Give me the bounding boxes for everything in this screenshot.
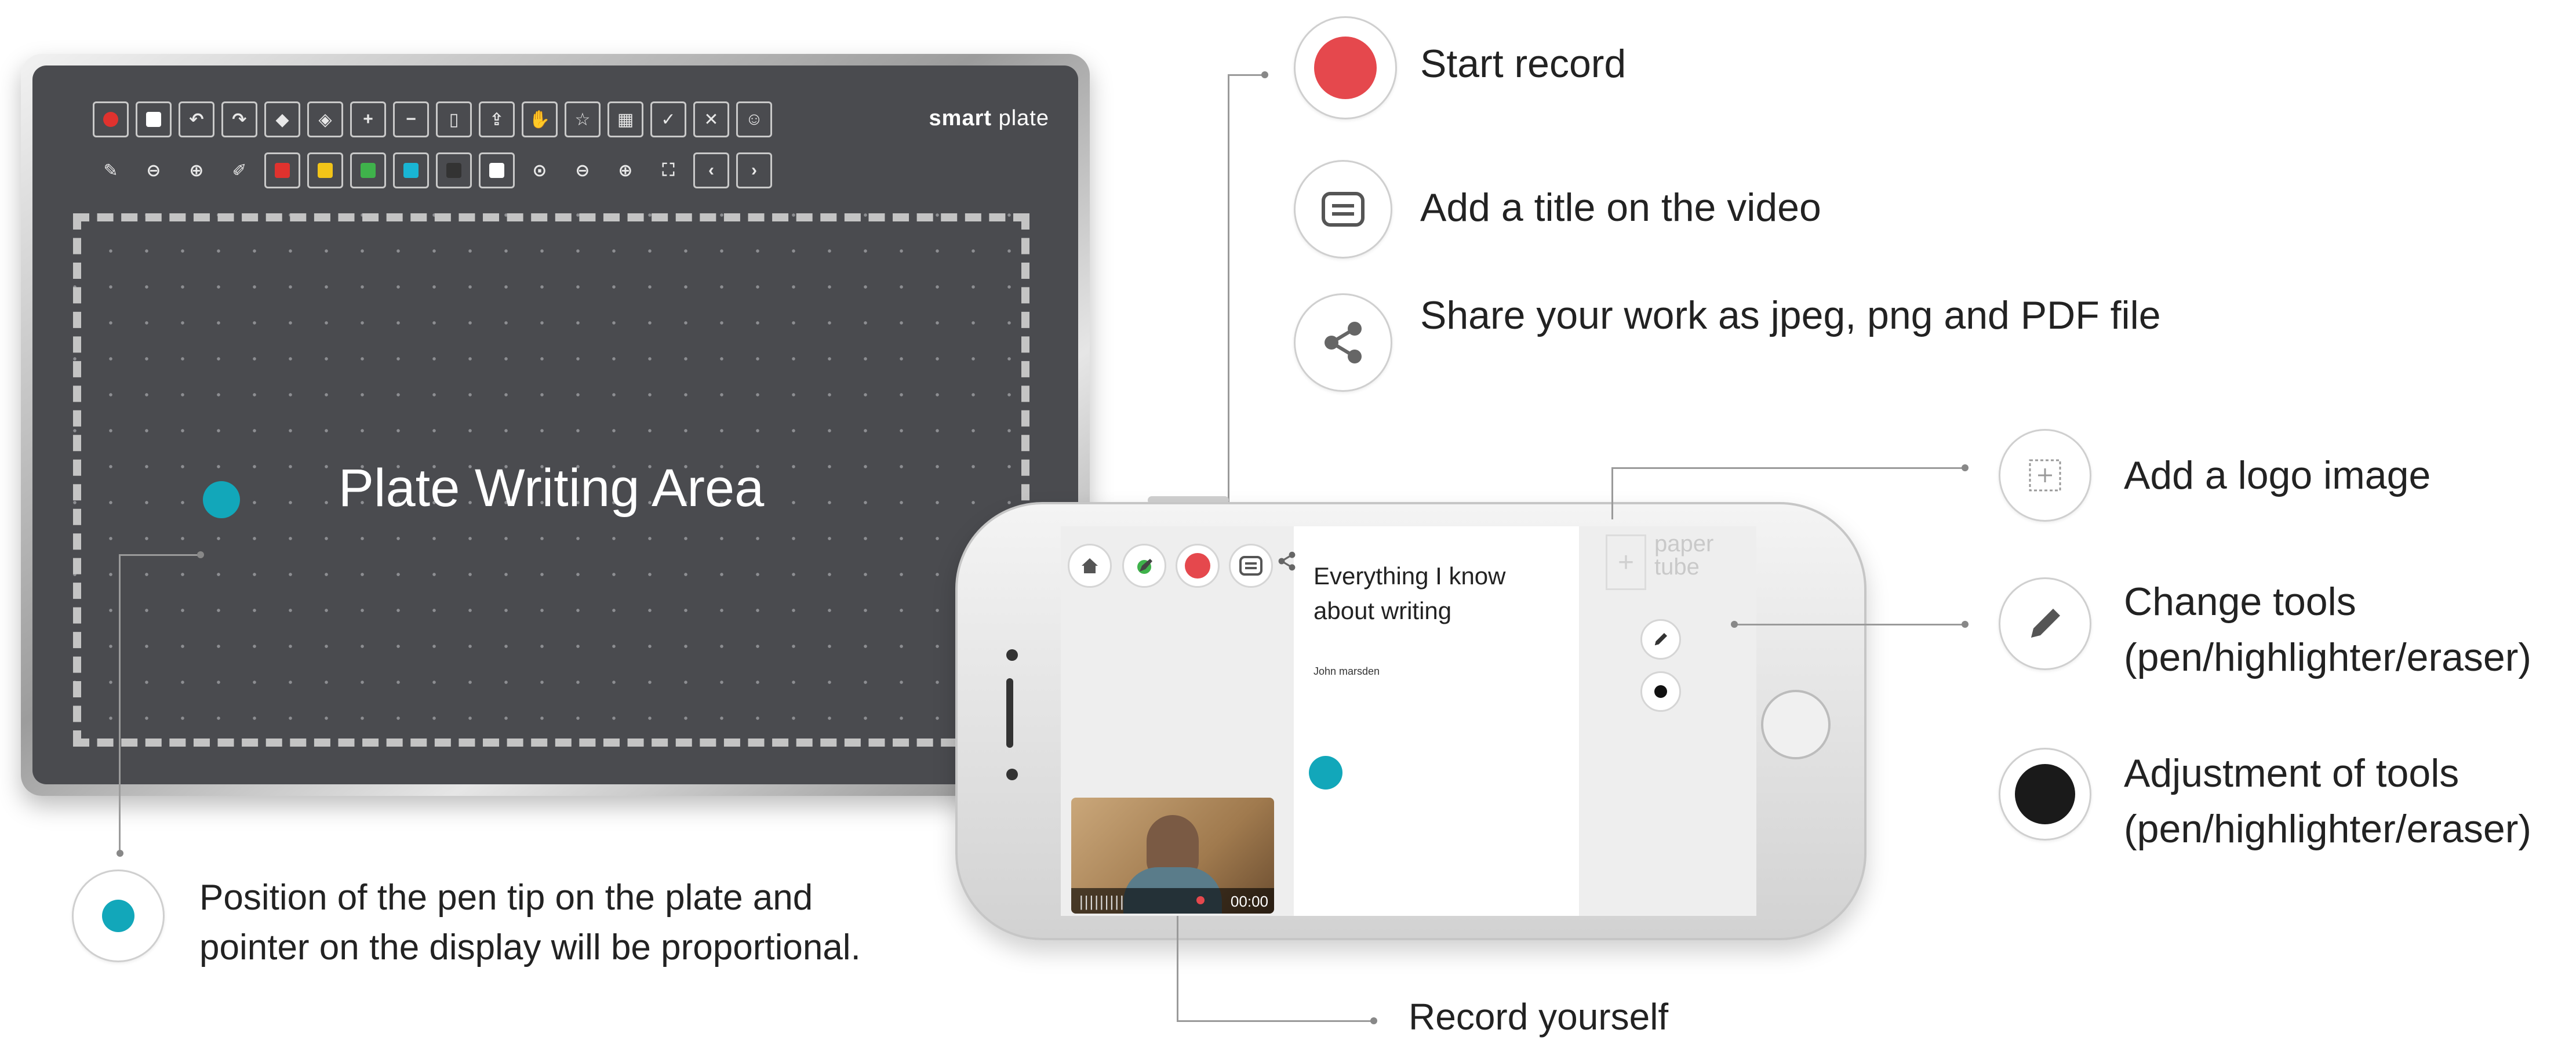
video-control-bar: ||||||||| 00:00 — [1071, 888, 1274, 914]
hand-icon[interactable]: ✋ — [522, 101, 558, 137]
highlighter-icon[interactable]: ✐ — [221, 152, 257, 188]
export-icon[interactable]: ⇪ — [479, 101, 515, 137]
stop-icon[interactable] — [136, 101, 172, 137]
add-page-icon[interactable]: + — [350, 101, 386, 137]
tool-select-icon[interactable] — [1122, 544, 1166, 588]
plate-brand: smart plate — [929, 106, 1049, 130]
callout-line — [119, 554, 203, 556]
callout-line — [119, 554, 121, 853]
plus-circle-icon[interactable]: ⊕ — [179, 152, 214, 188]
zoom-in-icon[interactable]: ⊕ — [607, 152, 643, 188]
phone-camera — [1006, 649, 1018, 661]
color-yellow-swatch[interactable] — [307, 152, 343, 188]
document-title: Everything I know about writing — [1314, 562, 1506, 624]
plate-writing-area[interactable]: Plate Writing Area — [73, 213, 1029, 747]
pen-tip-marker-plate — [203, 481, 240, 518]
pen-icon[interactable]: ✎ — [93, 152, 129, 188]
start-record-icon — [1294, 16, 1397, 119]
star-icon[interactable]: ☆ — [565, 101, 601, 137]
minus-circle-icon[interactable]: ⊖ — [136, 152, 172, 188]
callout-endpoint — [1731, 621, 1738, 628]
pen-tip-legend-icon — [72, 870, 165, 962]
check-icon[interactable]: ✓ — [650, 101, 686, 137]
document-author: John marsden — [1314, 665, 1380, 677]
plate-toolbar-row-2: ✎ ⊖ ⊕ ✐ ⊙ ⊖ ⊕ ⛶ ‹ › — [93, 152, 772, 188]
change-tools-icon — [1999, 577, 2091, 670]
self-video-preview[interactable]: ||||||||| 00:00 — [1071, 798, 1274, 914]
callout-endpoint — [117, 850, 123, 857]
eraser-icon[interactable]: ◆ — [264, 101, 300, 137]
adjust-tools-label: Adjustment of tools (pen/highlighter/era… — [2124, 751, 2532, 851]
pen-tip-marker-screen — [1309, 756, 1342, 790]
add-logo-button[interactable]: + — [1606, 534, 1646, 590]
callout-endpoint — [197, 551, 204, 558]
title-icon — [1294, 160, 1392, 259]
tool-size-button[interactable] — [1640, 671, 1681, 712]
callout-endpoint — [1962, 464, 1969, 471]
color-red-swatch[interactable] — [264, 152, 300, 188]
next-page-icon[interactable]: › — [736, 152, 772, 188]
video-timer: 00:00 — [1230, 893, 1268, 910]
callout-line — [1733, 624, 1965, 625]
undo-icon[interactable]: ↶ — [179, 101, 214, 137]
color-cyan-swatch[interactable] — [393, 152, 429, 188]
title-button[interactable] — [1229, 544, 1273, 588]
pen-tip-description: Position of the pen tip on the plate and… — [199, 878, 861, 967]
start-record-label: Start record — [1420, 42, 1627, 86]
phone-screen: Everything I know about writing John mar… — [1061, 526, 1756, 916]
pen-tool-button[interactable] — [1640, 619, 1681, 660]
plate-face: smart plate ↶ ↷ ◆ ◈ + − ▯ ⇪ ✋ ☆ ▦ ✓ ✕ ☺ … — [32, 66, 1078, 784]
close-icon[interactable]: ✕ — [693, 101, 729, 137]
callout-line — [1228, 74, 1265, 76]
smart-plate-device: smart plate ↶ ↷ ◆ ◈ + − ▯ ⇪ ✋ ☆ ▦ ✓ ✕ ☺ … — [21, 54, 1090, 796]
share-label: Share your work as jpeg, png and PDF fil… — [1420, 293, 2161, 337]
add-title-label: Add a title on the video — [1420, 185, 1821, 230]
color-green-swatch[interactable] — [350, 152, 386, 188]
rec-dot-icon — [1196, 896, 1205, 904]
callout-line — [1177, 1020, 1374, 1022]
phone-speaker — [1006, 678, 1013, 748]
callout-line — [1611, 467, 1965, 469]
document-page[interactable]: Everything I know about writing John mar… — [1294, 526, 1579, 916]
add-logo-icon — [1999, 429, 2091, 522]
phone-device: Everything I know about writing John mar… — [955, 502, 1866, 940]
prev-page-icon[interactable]: ‹ — [693, 152, 729, 188]
phone-sensor — [1006, 769, 1018, 780]
fullscreen-icon[interactable]: ⛶ — [650, 152, 686, 188]
plate-toolbar-row-1: ↶ ↷ ◆ ◈ + − ▯ ⇪ ✋ ☆ ▦ ✓ ✕ ☺ — [93, 101, 772, 137]
clear-icon[interactable]: ◈ — [307, 101, 343, 137]
callout-endpoint — [1962, 621, 1969, 628]
callout-line — [1228, 74, 1229, 560]
audio-level-icon: ||||||||| — [1079, 893, 1125, 910]
share-button[interactable] — [1269, 544, 1304, 579]
callout-line — [1177, 916, 1178, 1020]
smiley-icon[interactable]: ☺ — [736, 101, 772, 137]
remove-page-icon[interactable]: − — [393, 101, 429, 137]
home-icon[interactable] — [1068, 544, 1112, 588]
change-tools-label: Change tools (pen/highlighter/eraser) — [2124, 580, 2532, 679]
page-icon[interactable]: ▯ — [436, 101, 472, 137]
color-white-swatch[interactable] — [479, 152, 515, 188]
zoom-out-icon[interactable]: ⊖ — [565, 152, 601, 188]
add-logo-label: Add a logo image — [2124, 453, 2431, 497]
record-icon[interactable] — [93, 101, 129, 137]
adjust-tools-icon — [1999, 748, 2091, 841]
share-icon — [1294, 293, 1392, 392]
record-button[interactable] — [1176, 544, 1220, 588]
record-yourself-label: Record yourself — [1409, 996, 1669, 1038]
callout-line — [1611, 467, 1613, 519]
zoom-icon[interactable]: ⊙ — [522, 152, 558, 188]
redo-icon[interactable]: ↷ — [221, 101, 257, 137]
papertube-brand: paper tube — [1654, 531, 1714, 580]
phone-home-button — [1761, 690, 1831, 759]
color-black-swatch[interactable] — [436, 152, 472, 188]
callout-endpoint — [1370, 1017, 1377, 1024]
callout-endpoint — [1261, 71, 1268, 78]
calendar-icon[interactable]: ▦ — [607, 101, 643, 137]
